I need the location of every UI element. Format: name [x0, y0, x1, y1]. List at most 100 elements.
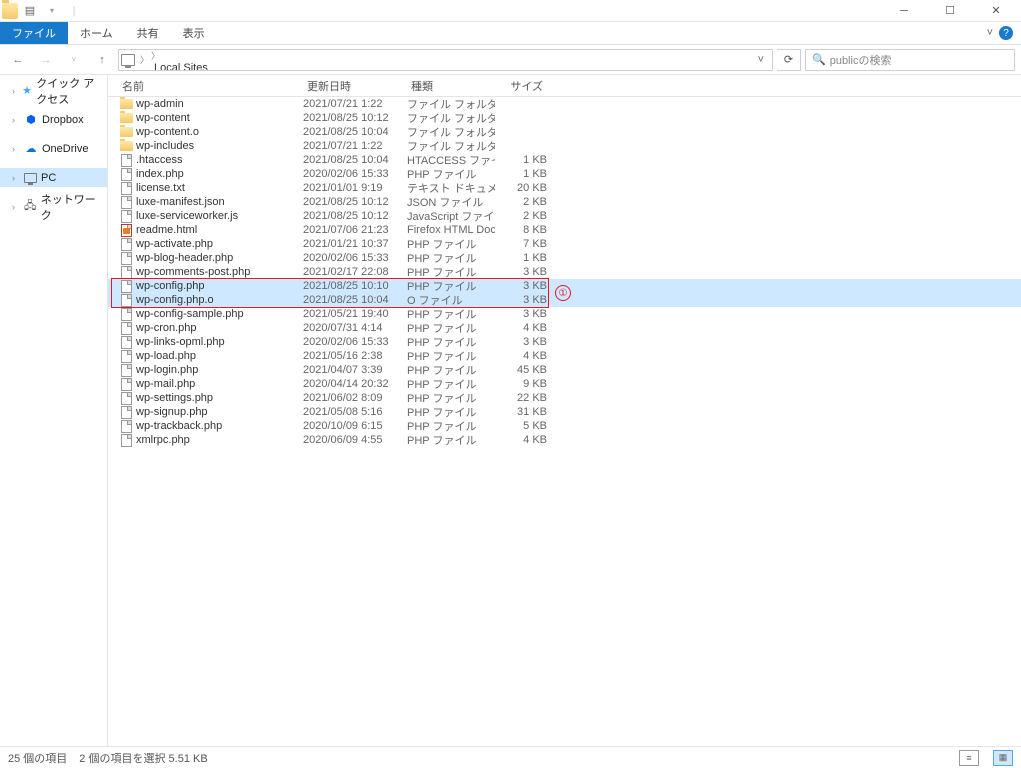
file-row[interactable]: wp-admin2021/07/21 1:22ファイル フォルダー — [108, 97, 1021, 111]
nav-onedrive[interactable]: › ☁ OneDrive — [0, 139, 107, 158]
nav-quick-access[interactable]: › ★ クイック アクセス — [0, 81, 107, 100]
tab-home[interactable]: ホーム — [68, 22, 125, 44]
col-name[interactable]: 名前 — [118, 78, 303, 94]
file-row[interactable]: wp-config.php.o2021/08/25 10:04O ファイル3 K… — [108, 293, 1021, 307]
file-row[interactable]: wp-includes2021/07/21 1:22ファイル フォルダー — [108, 139, 1021, 153]
file-row[interactable]: wp-blog-header.php2020/02/06 15:33PHP ファ… — [108, 251, 1021, 265]
file-row[interactable]: wp-content.o2021/08/25 10:04ファイル フォルダー — [108, 125, 1021, 139]
file-row[interactable]: wp-signup.php2021/05/08 5:16PHP ファイル31 K… — [108, 405, 1021, 419]
file-type: 2020/06/09 4:55 — [303, 434, 407, 446]
icons-view-button[interactable]: ▦ — [993, 750, 1013, 766]
help-icon[interactable]: ? — [999, 26, 1013, 40]
maximize-button[interactable]: ☐ — [927, 0, 973, 22]
file-type: 2020/02/06 15:33 — [303, 168, 407, 180]
nav-network[interactable]: › 🖧 ネットワーク — [0, 197, 107, 216]
col-date[interactable]: 更新日時 — [303, 78, 407, 94]
properties-icon[interactable]: ▤ — [20, 4, 40, 17]
tab-share[interactable]: 共有 — [125, 22, 171, 44]
file-type: 2021/01/21 10:37 — [303, 238, 407, 250]
breadcrumb-segment[interactable]: ▮▬▮ — [150, 49, 241, 50]
file-name: wp-load.php — [134, 350, 303, 362]
nav-dropbox[interactable]: › ⬢ Dropbox — [0, 110, 107, 129]
file-row[interactable]: luxe-serviceworker.js2021/08/25 10:12Jav… — [108, 209, 1021, 223]
forward-button[interactable]: → — [34, 48, 58, 72]
chevron-right-icon[interactable]: › — [12, 86, 18, 96]
file-list[interactable]: 名前 更新日時 種類 サイズ wp-admin2021/07/21 1:22ファ… — [108, 75, 1021, 746]
file-row[interactable]: index.php2020/02/06 15:33PHP ファイル1 KB — [108, 167, 1021, 181]
file-size: 2 KB — [495, 210, 547, 222]
file-size: 4 KB — [495, 434, 547, 446]
chevron-right-icon[interactable]: 〉 — [139, 53, 150, 66]
tab-view[interactable]: 表示 — [171, 22, 217, 44]
file-row[interactable]: wp-config-sample.php2021/05/21 19:40PHP … — [108, 307, 1021, 321]
file-type: 2021/07/21 1:22 — [303, 98, 407, 110]
col-size[interactable]: サイズ — [495, 78, 547, 94]
file-size: 5 KB — [495, 420, 547, 432]
file-icon — [118, 154, 134, 167]
chevron-right-icon[interactable]: › — [12, 144, 20, 154]
file-type: 2020/10/09 6:15 — [303, 420, 407, 432]
qat-dropdown-icon[interactable]: ▾ — [42, 6, 62, 15]
file-row[interactable]: wp-cron.php2020/07/31 4:14PHP ファイル4 KB — [108, 321, 1021, 335]
file-name: wp-links-opml.php — [134, 336, 303, 348]
html-file-icon — [118, 224, 134, 237]
search-input[interactable]: 🔍 publicの検索 — [805, 49, 1015, 71]
back-button[interactable]: ← — [6, 48, 30, 72]
file-icon — [118, 196, 134, 209]
search-placeholder: publicの検索 — [830, 52, 892, 68]
file-row[interactable]: wp-login.php2021/04/07 3:39PHP ファイル45 KB — [108, 363, 1021, 377]
folder-icon — [118, 141, 134, 151]
file-row[interactable]: wp-comments-post.php2021/02/17 22:08PHP … — [108, 265, 1021, 279]
file-size: 1 KB — [495, 168, 547, 180]
pc-icon — [121, 54, 135, 66]
file-row[interactable]: wp-content2021/08/25 10:12ファイル フォルダー — [108, 111, 1021, 125]
file-size: 3 KB — [495, 308, 547, 320]
up-button[interactable]: ↑ — [90, 48, 114, 72]
file-row[interactable]: wp-activate.php2021/01/21 10:37PHP ファイル7… — [108, 237, 1021, 251]
col-type[interactable]: 種類 — [407, 78, 495, 94]
recent-dropdown[interactable]: ˅ — [62, 48, 86, 72]
nav-pc[interactable]: › PC — [0, 168, 107, 187]
file-icon — [118, 364, 134, 377]
file-name: wp-mail.php — [134, 378, 303, 390]
file-icon — [118, 322, 134, 335]
file-size: 4 KB — [495, 350, 547, 362]
chevron-right-icon[interactable]: 〉 — [150, 51, 161, 61]
file-row[interactable]: luxe-manifest.json2021/08/25 10:12JSON フ… — [108, 195, 1021, 209]
file-type: 2021/08/25 10:12 — [303, 112, 407, 124]
quick-access-toolbar: ▤ ▾ | — [2, 3, 84, 19]
file-type: 2021/07/06 21:23 — [303, 224, 407, 236]
breadcrumb[interactable]: 〉 PC〉System Disk (C:)〉ユーザー〉▮▬▮〉Local Sit… — [118, 49, 773, 71]
file-row[interactable]: wp-settings.php2021/06/02 8:09PHP ファイル22… — [108, 391, 1021, 405]
breadcrumb-dropdown[interactable]: ˅ — [752, 54, 770, 66]
file-type: 2021/08/25 10:04 — [303, 126, 407, 138]
file-size: 1 KB — [495, 252, 547, 264]
minimize-button[interactable]: ─ — [881, 0, 927, 22]
file-row[interactable]: readme.html2021/07/06 21:23Firefox HTML … — [108, 223, 1021, 237]
file-name: wp-config.php.o — [134, 294, 303, 306]
file-row[interactable]: wp-trackback.php2020/10/09 6:15PHP ファイル5… — [108, 419, 1021, 433]
file-name: xmlrpc.php — [134, 434, 303, 446]
file-name: wp-includes — [134, 140, 303, 152]
details-view-button[interactable]: ≡ — [959, 750, 979, 766]
refresh-button[interactable]: ⟳ — [777, 49, 801, 71]
file-row[interactable]: wp-config.php2021/08/25 10:10PHP ファイル3 K… — [108, 279, 1021, 293]
file-row[interactable]: xmlrpc.php2020/06/09 4:55PHP ファイル4 KB — [108, 433, 1021, 447]
column-headers[interactable]: 名前 更新日時 種類 サイズ — [108, 75, 1021, 97]
tab-file[interactable]: ファイル — [0, 22, 68, 44]
file-row[interactable]: wp-mail.php2020/04/14 20:32PHP ファイル9 KB — [108, 377, 1021, 391]
file-row[interactable]: wp-load.php2021/05/16 2:38PHP ファイル4 KB — [108, 349, 1021, 363]
file-row[interactable]: license.txt2021/01/01 9:19テキスト ドキュメント20 … — [108, 181, 1021, 195]
file-size: 3 KB — [495, 280, 547, 292]
close-button[interactable]: ✕ — [973, 0, 1019, 22]
chevron-right-icon[interactable]: › — [12, 202, 20, 212]
breadcrumb-segment[interactable]: Local Sites — [150, 62, 241, 71]
file-row[interactable]: .htaccess2021/08/25 10:04HTACCESS ファイル1 … — [108, 153, 1021, 167]
ribbon-collapse-icon[interactable]: ˅ — [987, 27, 993, 39]
file-row[interactable]: wp-links-opml.php2020/02/06 15:33PHP ファイ… — [108, 335, 1021, 349]
chevron-right-icon[interactable]: › — [12, 173, 20, 183]
file-name: wp-cron.php — [134, 322, 303, 334]
nav-label: Dropbox — [42, 114, 84, 126]
file-name: license.txt — [134, 182, 303, 194]
chevron-right-icon[interactable]: › — [12, 115, 20, 125]
